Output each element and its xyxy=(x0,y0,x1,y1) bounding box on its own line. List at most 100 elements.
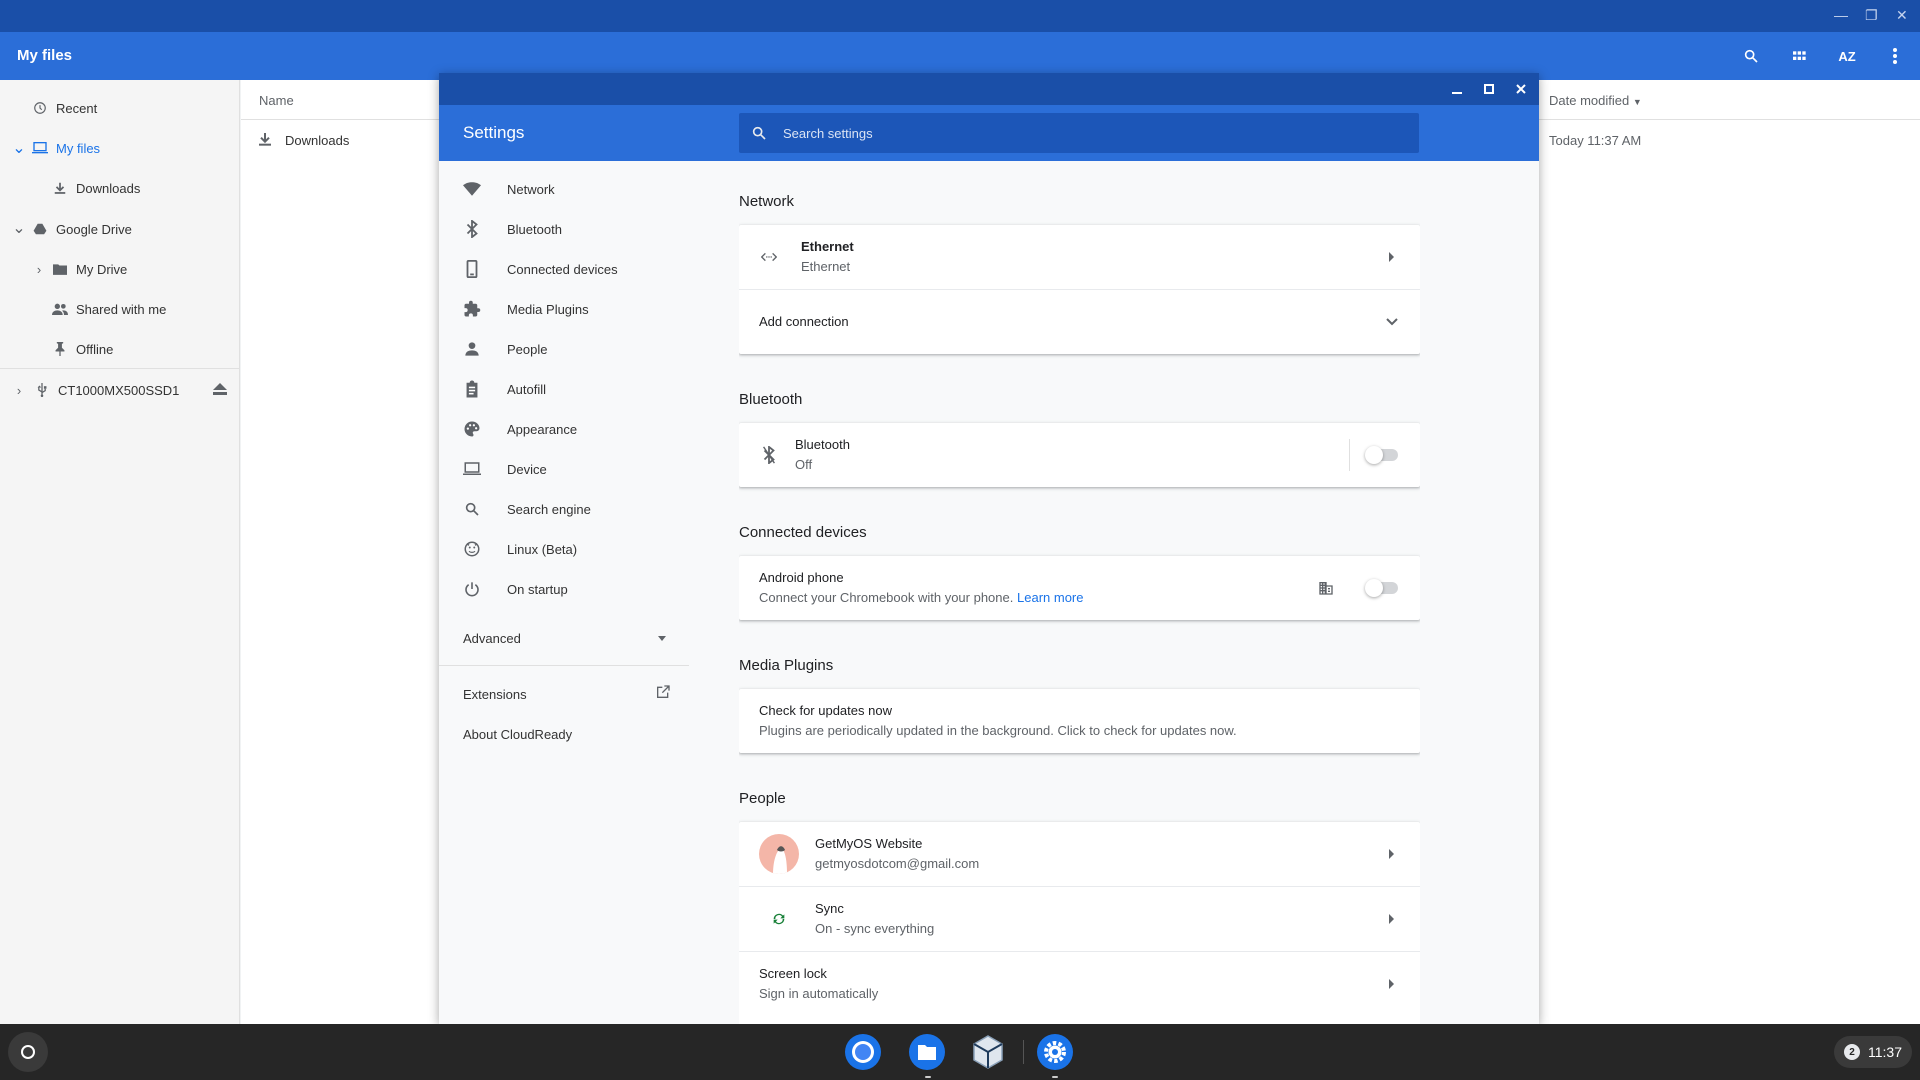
search-icon xyxy=(751,125,767,146)
about-label: About CloudReady xyxy=(463,727,573,742)
enterprise-icon xyxy=(1318,580,1334,601)
menu-item-autofill[interactable]: Autofill xyxy=(439,369,689,409)
nav-recent[interactable]: Recent xyxy=(32,88,97,128)
nav-offline[interactable]: Offline xyxy=(52,329,113,369)
settings-titlebar xyxy=(439,73,1539,105)
chevron-right-icon[interactable]: › xyxy=(12,383,26,398)
chevron-down-icon xyxy=(1382,312,1402,332)
account-row[interactable]: GetMyOS Website getmyosdotcom@gmail.com xyxy=(739,822,1420,886)
nav-my-drive[interactable]: My Drive xyxy=(52,249,127,289)
launcher-button[interactable] xyxy=(8,1032,48,1072)
menu-item-linux[interactable]: Linux (Beta) xyxy=(439,529,689,569)
minimize-icon[interactable]: — xyxy=(1834,7,1848,23)
power-icon xyxy=(463,580,481,598)
column-date-modified[interactable]: Date modified ▼ xyxy=(1549,93,1642,108)
menu-item-people[interactable]: People xyxy=(439,329,689,369)
check-updates-row[interactable]: Check for updates now Plugins are period… xyxy=(739,689,1420,753)
settings-search[interactable] xyxy=(739,113,1419,153)
android-phone-toggle[interactable] xyxy=(1365,579,1398,597)
running-indicator xyxy=(1052,1076,1058,1078)
nav-downloads[interactable]: Downloads xyxy=(52,168,140,208)
menu-item-connected-devices[interactable]: Connected devices xyxy=(439,249,689,289)
sync-title: Sync xyxy=(815,901,844,916)
learn-more-link[interactable]: Learn more xyxy=(1017,590,1083,605)
screen-lock-row[interactable]: Screen lock Sign in automatically xyxy=(739,951,1420,1016)
menu-label: Appearance xyxy=(507,421,578,437)
menu-label: Connected devices xyxy=(507,261,618,277)
close-icon[interactable]: ✕ xyxy=(1896,7,1908,24)
bluetooth-disabled-icon xyxy=(759,445,779,465)
file-date: Today 11:37 AM xyxy=(1549,133,1642,148)
menu-item-bluetooth[interactable]: Bluetooth xyxy=(439,209,689,249)
settings-header: Settings xyxy=(439,105,1539,161)
running-indicator xyxy=(925,1076,931,1078)
menu-item-network[interactable]: Network xyxy=(439,169,689,209)
clock: 11:37 xyxy=(1868,1044,1902,1060)
sidebar-divider xyxy=(0,368,240,369)
about-link[interactable]: About CloudReady xyxy=(439,713,689,753)
nav-my-files[interactable]: My files xyxy=(32,128,100,168)
menu-divider xyxy=(439,665,689,666)
palette-icon xyxy=(463,420,481,438)
settings-gear-icon xyxy=(1037,1034,1073,1070)
arrow-right-icon xyxy=(1389,979,1394,989)
phone-icon xyxy=(463,260,481,278)
virtualbox-app[interactable] xyxy=(968,1032,1008,1072)
eject-icon[interactable] xyxy=(213,382,227,400)
menu-item-on-startup[interactable]: On startup xyxy=(439,569,689,609)
menu-item-appearance[interactable]: Appearance xyxy=(439,409,689,449)
people-icon xyxy=(52,301,68,317)
section-title-media-plugins: Media Plugins xyxy=(739,657,834,674)
status-tray[interactable]: 2 11:37 xyxy=(1834,1036,1912,1068)
toggle-knob xyxy=(1365,579,1383,597)
bluetooth-toggle[interactable] xyxy=(1365,446,1398,464)
check-updates-title: Check for updates now xyxy=(759,703,892,718)
caret-down-icon xyxy=(658,636,666,641)
screen-lock-title: Screen lock xyxy=(759,966,827,981)
media-plugins-card: Check for updates now Plugins are period… xyxy=(739,689,1420,753)
minimize-icon[interactable] xyxy=(1447,79,1467,99)
android-phone-subtitle: Connect your Chromebook with your phone. xyxy=(759,590,1014,605)
more-options-icon[interactable] xyxy=(1871,32,1919,80)
clock-icon xyxy=(32,100,48,116)
settings-app[interactable] xyxy=(1035,1032,1075,1072)
sync-row[interactable]: Sync On - sync everything xyxy=(739,886,1420,951)
search-icon[interactable] xyxy=(1727,32,1775,80)
column-name[interactable]: Name xyxy=(259,93,294,108)
chevron-down-icon[interactable]: ⌄ xyxy=(12,220,26,237)
chevron-down-icon[interactable]: ⌄ xyxy=(12,140,26,157)
nav-downloads-label: Downloads xyxy=(76,180,141,196)
files-titlebar: — ❐ ✕ xyxy=(0,0,1920,32)
section-title-network: Network xyxy=(739,193,795,210)
laptop-icon xyxy=(32,140,48,156)
android-phone-row[interactable]: Android phone Connect your Chromebook wi… xyxy=(739,556,1420,620)
maximize-icon[interactable] xyxy=(1479,79,1499,99)
menu-item-media-plugins[interactable]: Media Plugins xyxy=(439,289,689,329)
menu-item-search-engine[interactable]: Search engine xyxy=(439,489,689,529)
add-connection-row[interactable]: Add connection xyxy=(739,289,1420,353)
download-icon xyxy=(257,131,273,150)
menu-item-device[interactable]: Device xyxy=(439,449,689,489)
chevron-right-icon[interactable]: › xyxy=(32,262,46,277)
grid-view-icon[interactable] xyxy=(1775,32,1823,80)
chrome-app[interactable] xyxy=(843,1032,883,1072)
section-title-connected-devices: Connected devices xyxy=(739,524,867,541)
advanced-label: Advanced xyxy=(463,631,521,646)
extensions-link[interactable]: Extensions xyxy=(439,673,689,713)
menu-label: Search engine xyxy=(507,501,591,517)
advanced-toggle[interactable]: Advanced xyxy=(439,617,689,657)
ethernet-row[interactable]: Ethernet Ethernet xyxy=(739,225,1420,289)
toggle-knob xyxy=(1365,446,1383,464)
nav-my-drive-label: My Drive xyxy=(76,261,128,277)
restore-icon[interactable]: ❐ xyxy=(1865,7,1878,24)
notification-badge: 2 xyxy=(1844,1044,1860,1060)
nav-shared[interactable]: Shared with me xyxy=(52,289,166,329)
pin-icon xyxy=(52,341,68,357)
close-icon[interactable] xyxy=(1511,79,1531,99)
sort-button[interactable]: AZ xyxy=(1823,32,1871,80)
nav-device[interactable]: CT1000MX500SSD1 xyxy=(34,370,179,410)
nav-google-drive[interactable]: Google Drive xyxy=(32,209,132,249)
bluetooth-row[interactable]: Bluetooth Off xyxy=(739,423,1420,487)
files-app[interactable] xyxy=(907,1032,947,1072)
search-input[interactable] xyxy=(783,113,1403,153)
